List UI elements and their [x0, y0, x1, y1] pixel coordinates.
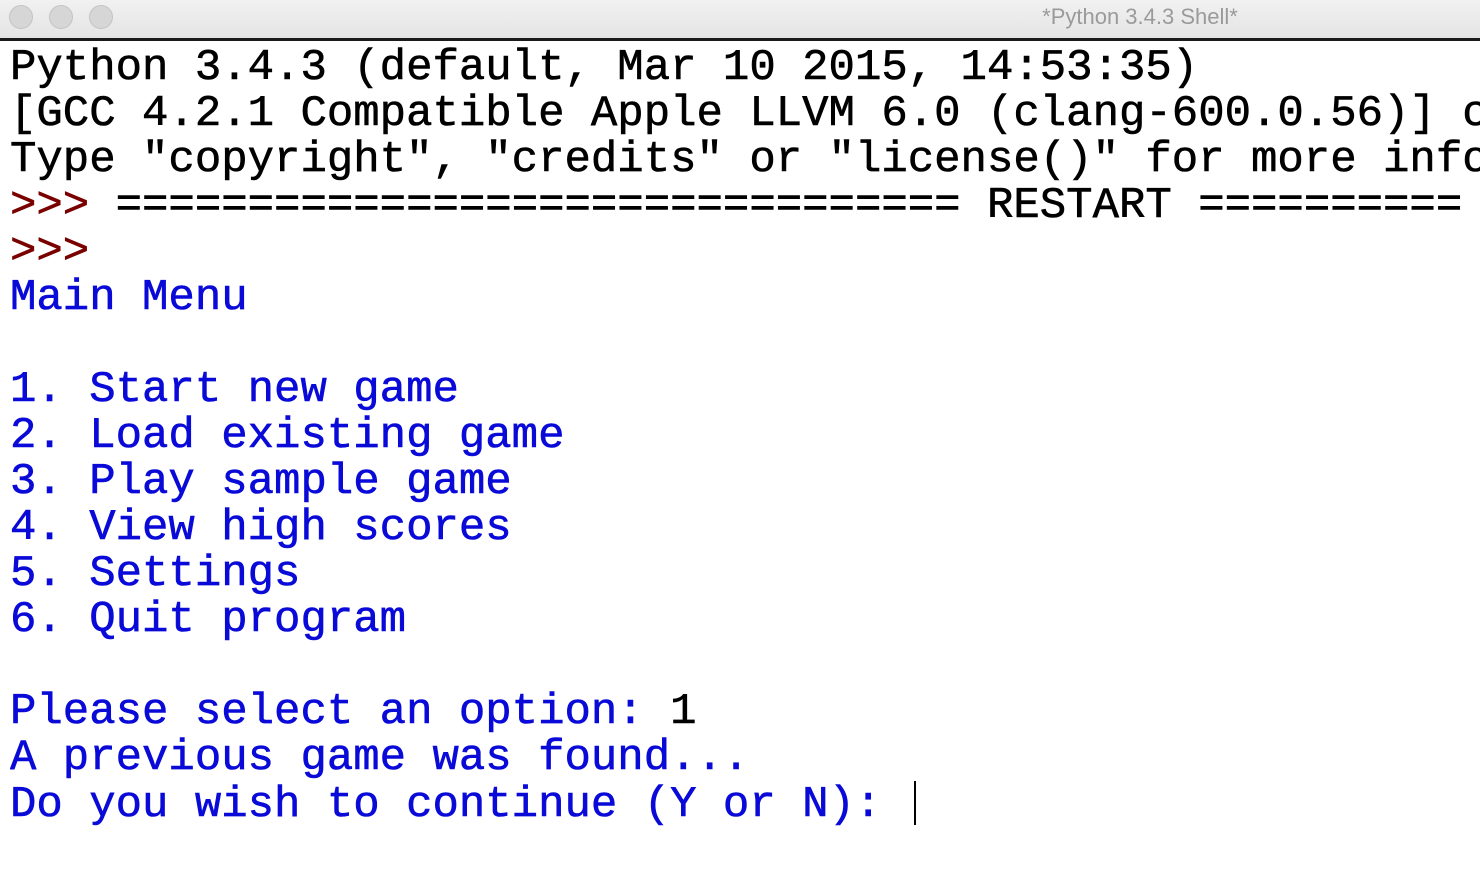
previous-game-message: A previous game was found... [10, 735, 750, 781]
continue-prompt: Do you wish to continue (Y or N): [10, 781, 908, 827]
shell-prompt: >>> [10, 229, 90, 275]
select-option-prompt: Please select an option: [10, 689, 671, 735]
menu-title: Main Menu [10, 275, 248, 321]
shell-output-area[interactable]: Python 3.4.3 (default, Mar 10 2015, 14:5… [10, 45, 1480, 872]
menu-item-play-sample-game: 3. Play sample game [10, 459, 512, 505]
title-bar[interactable]: *Python 3.4.3 Shell* [0, 0, 1480, 41]
continue-prompt-line[interactable]: Do you wish to continue (Y or N): [10, 781, 1480, 827]
banner-line-compiler: [GCC 4.2.1 Compatible Apple LLVM 6.0 (cl… [10, 91, 1480, 137]
select-option-input: 1 [670, 689, 697, 735]
restart-line: >>> ================================ RES… [10, 183, 1480, 229]
menu-item-quit-program: 6. Quit program [10, 597, 407, 643]
menu-item-settings: 5. Settings [10, 551, 301, 597]
close-window-button[interactable] [9, 5, 33, 29]
minimize-window-button[interactable] [49, 5, 73, 29]
python-shell-window: *Python 3.4.3 Shell* Python 3.4.3 (defau… [0, 0, 1480, 872]
window-title: *Python 3.4.3 Shell* [1042, 4, 1238, 29]
shell-prompt: >>> [10, 183, 90, 229]
text-cursor [913, 781, 916, 825]
menu-item-view-high-scores: 4. View high scores [10, 505, 512, 551]
zoom-window-button[interactable] [89, 5, 113, 29]
banner-line-license: Type "copyright", "credits" or "license(… [10, 137, 1480, 183]
restart-banner: ================================ RESTART… [89, 183, 1463, 229]
select-option-line: Please select an option: 1 [10, 689, 1480, 735]
menu-item-load-existing-game: 2. Load existing game [10, 413, 565, 459]
menu-item-start-new-game: 1. Start new game [10, 367, 459, 413]
banner-line-version: Python 3.4.3 (default, Mar 10 2015, 14:5… [10, 45, 1199, 91]
